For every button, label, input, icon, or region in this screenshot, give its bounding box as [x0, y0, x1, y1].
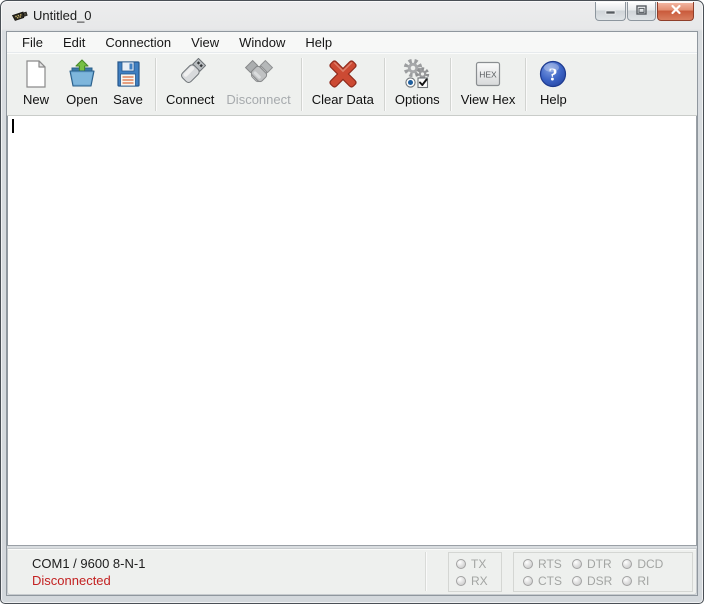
- close-button[interactable]: [657, 2, 694, 21]
- toolbar: New Open Save Connect Disconnect Clear D…: [7, 53, 697, 116]
- open-folder-icon: [65, 57, 99, 91]
- options-gears-icon: [400, 57, 434, 91]
- ri-led-icon: [622, 575, 633, 586]
- toolbar-label: Clear Data: [311, 92, 374, 107]
- minimize-button[interactable]: [595, 2, 626, 21]
- led-cts: CTS: [523, 573, 562, 588]
- save-button[interactable]: Save: [105, 57, 151, 107]
- led-dtr: DTR: [572, 556, 612, 571]
- usb-connect-icon: [173, 57, 207, 91]
- led-tx: TX: [456, 556, 488, 571]
- toolbar-label: Open: [66, 92, 98, 107]
- window-controls: [595, 2, 694, 21]
- toolbar-label: Disconnect: [226, 92, 291, 107]
- led-rx: RX: [456, 573, 488, 588]
- port-settings: COM1 / 9600 8-N-1: [32, 556, 146, 571]
- rx-led-icon: [456, 575, 466, 586]
- led-dcd: DCD: [622, 556, 664, 571]
- toolbar-separator: [383, 58, 385, 111]
- toolbar-label: Help: [540, 92, 567, 107]
- terminal-output[interactable]: [7, 116, 697, 546]
- dtr-led-icon: [572, 558, 582, 569]
- led-label: TX: [471, 556, 487, 571]
- tx-led-icon: [456, 558, 466, 569]
- disconnect-button[interactable]: Disconnect: [220, 57, 296, 107]
- led-ri: RI: [622, 573, 663, 588]
- toolbar-separator: [449, 58, 451, 111]
- titlebar[interactable]: Untitled_0: [1, 1, 703, 31]
- led-dsr: DSR: [572, 573, 613, 588]
- svg-text:?: ?: [549, 65, 558, 85]
- text-caret: [12, 119, 14, 133]
- open-button[interactable]: Open: [59, 57, 105, 107]
- statusbar-separator: [425, 552, 426, 591]
- menu-view[interactable]: View: [181, 33, 229, 52]
- led-rts: RTS: [523, 556, 562, 571]
- help-question-icon: ?: [536, 57, 570, 91]
- toolbar-label: Save: [113, 92, 143, 107]
- menu-help[interactable]: Help: [295, 33, 342, 52]
- toolbar-label: Connect: [166, 92, 215, 107]
- led-label: DSR: [587, 573, 613, 588]
- toolbar-separator: [525, 58, 527, 111]
- led-label: DTR: [587, 556, 612, 571]
- maximize-icon: [636, 2, 647, 20]
- dcd-led-icon: [622, 558, 633, 569]
- toolbar-label: Options: [394, 92, 440, 107]
- serial-connector-icon: [11, 8, 28, 24]
- led-group-txrx: TX RX: [448, 552, 502, 592]
- connection-status: Disconnected: [32, 573, 111, 588]
- led-group-signals: RTS CTS DTR DSR DCD RI: [513, 552, 693, 592]
- app-window: Untitled_0 File Edit Connection View Win…: [0, 0, 704, 604]
- save-floppy-icon: [111, 57, 145, 91]
- connect-button[interactable]: Connect: [160, 57, 220, 107]
- clear-data-x-icon: [326, 57, 360, 91]
- new-button[interactable]: New: [13, 57, 59, 107]
- cts-led-icon: [523, 575, 533, 586]
- client-area: File Edit Connection View Window Help Ne…: [6, 31, 698, 596]
- window-title: Untitled_0: [33, 8, 92, 23]
- led-label: RTS: [538, 556, 562, 571]
- dsr-led-icon: [572, 575, 582, 586]
- status-text: COM1 / 9600 8-N-1 Disconnected: [32, 555, 145, 589]
- clear-data-button[interactable]: Clear Data: [306, 57, 380, 107]
- maximize-button[interactable]: [627, 2, 656, 21]
- led-label: DCD: [637, 556, 664, 571]
- menu-connection[interactable]: Connection: [95, 33, 181, 52]
- toolbar-separator: [155, 58, 156, 111]
- led-label: RI: [637, 573, 650, 588]
- close-icon: [670, 2, 682, 20]
- menu-file[interactable]: File: [12, 33, 53, 52]
- options-button[interactable]: Options: [389, 57, 446, 107]
- help-button[interactable]: ? Help: [530, 57, 576, 107]
- menu-window[interactable]: Window: [229, 33, 295, 52]
- statusbar: COM1 / 9600 8-N-1 Disconnected TX RX RTS…: [7, 548, 697, 595]
- menu-edit[interactable]: Edit: [53, 33, 95, 52]
- minimize-icon: [605, 2, 616, 20]
- hex-button-icon: HEX: [471, 57, 505, 91]
- led-label: RX: [471, 573, 488, 588]
- rts-led-icon: [523, 558, 533, 569]
- menubar: File Edit Connection View Window Help: [7, 32, 697, 53]
- toolbar-label: New: [22, 92, 49, 107]
- toolbar-label: View Hex: [460, 92, 516, 107]
- toolbar-separator: [300, 58, 302, 111]
- led-label: CTS: [538, 573, 562, 588]
- hex-icon-text: HEX: [479, 70, 497, 80]
- usb-disconnect-icon: [242, 57, 276, 91]
- new-document-icon: [19, 57, 53, 91]
- view-hex-button[interactable]: HEX View Hex: [455, 57, 522, 107]
